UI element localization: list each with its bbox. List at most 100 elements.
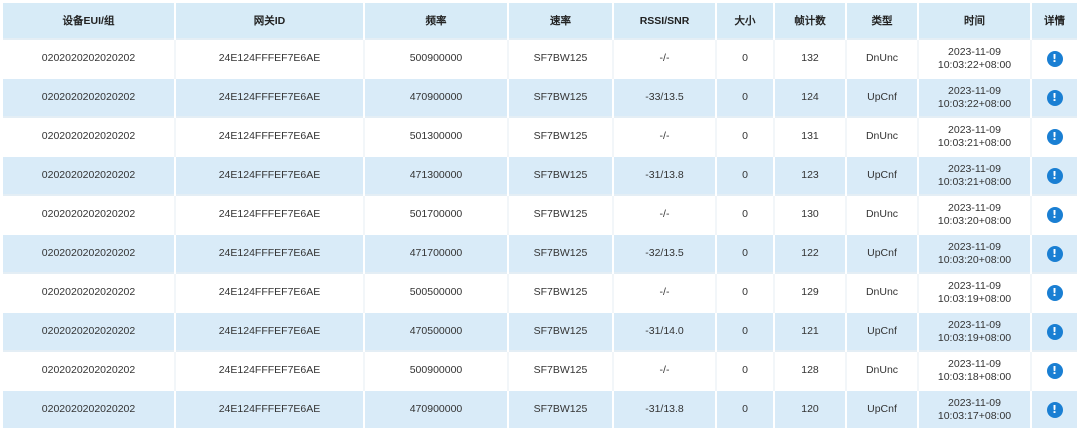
cell-size: 0 [716, 233, 775, 273]
col-header-frequency: 频率 [364, 3, 509, 39]
cell-fcnt: 132 [774, 38, 847, 78]
cell-size: 0 [716, 311, 775, 351]
cell-rssi-snr: -/- [613, 116, 717, 156]
time-clock: 10:03:22+08:00 [937, 97, 1012, 110]
cell-rssi-snr: -/- [613, 194, 717, 234]
cell-size: 0 [716, 350, 775, 390]
cell-data-rate: SF7BW125 [508, 77, 614, 117]
time-date: 2023-11-09 [948, 240, 1001, 253]
cell-dev-eui: 0202020202020202 [3, 116, 176, 156]
time-date: 2023-11-09 [948, 318, 1001, 331]
cell-type: DnUnc [846, 38, 919, 78]
time-date: 2023-11-09 [948, 279, 1001, 292]
col-header-details: 详情 [1031, 3, 1077, 39]
cell-details: ! [1031, 194, 1077, 234]
table-body: 0202020202020202 24E124FFFEF7E6AE 50090000… [3, 38, 1077, 428]
cell-details: ! [1031, 77, 1077, 117]
info-circle-icon[interactable]: ! [1046, 128, 1063, 145]
info-circle-icon[interactable]: ! [1046, 323, 1063, 340]
info-circle-icon[interactable]: ! [1046, 284, 1063, 301]
cell-dev-eui: 0202020202020202 [3, 389, 176, 428]
cell-gateway-id: 24E124FFFEF7E6AE [175, 272, 365, 312]
table-row: 0202020202020202 24E124FFFEF7E6AE 47090000… [3, 389, 1077, 428]
cell-type: UpCnf [846, 233, 919, 273]
time-date: 2023-11-09 [948, 396, 1001, 409]
cell-dev-eui: 0202020202020202 [3, 155, 176, 195]
header-row: 设备EUI/组 网关ID 频率 速率 RSSI/SNR 大小 帧计数 类型 时间… [3, 3, 1077, 39]
info-circle-icon[interactable]: ! [1046, 89, 1063, 106]
cell-time: 2023-11-09 10:03:22+08:00 [918, 77, 1032, 117]
cell-details: ! [1031, 155, 1077, 195]
time-clock: 10:03:17+08:00 [937, 409, 1012, 422]
cell-data-rate: SF7BW125 [508, 272, 614, 312]
cell-fcnt: 129 [774, 272, 847, 312]
cell-size: 0 [716, 77, 775, 117]
cell-data-rate: SF7BW125 [508, 311, 614, 351]
cell-gateway-id: 24E124FFFEF7E6AE [175, 116, 365, 156]
cell-rssi-snr: -31/13.8 [613, 389, 717, 428]
time-clock: 10:03:20+08:00 [937, 253, 1012, 266]
packet-log-panel: 设备EUI/组 网关ID 频率 速率 RSSI/SNR 大小 帧计数 类型 时间… [0, 0, 1080, 438]
cell-gateway-id: 24E124FFFEF7E6AE [175, 38, 365, 78]
cell-frequency: 500500000 [364, 272, 509, 312]
cell-frequency: 501300000 [364, 116, 509, 156]
cell-rssi-snr: -/- [613, 350, 717, 390]
cell-dev-eui: 0202020202020202 [3, 194, 176, 234]
info-circle-icon[interactable]: ! [1046, 50, 1063, 67]
col-header-time: 时间 [918, 3, 1032, 39]
cell-gateway-id: 24E124FFFEF7E6AE [175, 389, 365, 428]
cell-fcnt: 123 [774, 155, 847, 195]
cell-data-rate: SF7BW125 [508, 194, 614, 234]
cell-gateway-id: 24E124FFFEF7E6AE [175, 233, 365, 273]
info-circle-icon[interactable]: ! [1046, 362, 1063, 379]
table-row: 0202020202020202 24E124FFFEF7E6AE 50170000… [3, 194, 1077, 234]
cell-time: 2023-11-09 10:03:17+08:00 [918, 389, 1032, 428]
cell-type: UpCnf [846, 389, 919, 428]
cell-data-rate: SF7BW125 [508, 389, 614, 428]
table-row: 0202020202020202 24E124FFFEF7E6AE 50090000… [3, 350, 1077, 390]
cell-data-rate: SF7BW125 [508, 116, 614, 156]
cell-time: 2023-11-09 10:03:22+08:00 [918, 38, 1032, 78]
cell-type: UpCnf [846, 77, 919, 117]
cell-gateway-id: 24E124FFFEF7E6AE [175, 350, 365, 390]
cell-fcnt: 124 [774, 77, 847, 117]
cell-frequency: 500900000 [364, 38, 509, 78]
cell-size: 0 [716, 272, 775, 312]
cell-rssi-snr: -31/14.0 [613, 311, 717, 351]
table-row: 0202020202020202 24E124FFFEF7E6AE 47130000… [3, 155, 1077, 195]
cell-size: 0 [716, 389, 775, 428]
cell-rssi-snr: -32/13.5 [613, 233, 717, 273]
cell-frequency: 471300000 [364, 155, 509, 195]
cell-frequency: 471700000 [364, 233, 509, 273]
time-clock: 10:03:21+08:00 [937, 175, 1012, 188]
time-clock: 10:03:20+08:00 [937, 214, 1012, 227]
col-header-gateway-id: 网关ID [175, 3, 365, 39]
cell-data-rate: SF7BW125 [508, 155, 614, 195]
col-header-fcnt: 帧计数 [774, 3, 847, 39]
cell-time: 2023-11-09 10:03:21+08:00 [918, 155, 1032, 195]
cell-time: 2023-11-09 10:03:19+08:00 [918, 272, 1032, 312]
info-circle-icon[interactable]: ! [1046, 206, 1063, 223]
time-clock: 10:03:18+08:00 [937, 370, 1012, 383]
cell-fcnt: 130 [774, 194, 847, 234]
cell-size: 0 [716, 38, 775, 78]
cell-size: 0 [716, 194, 775, 234]
col-header-dev-eui: 设备EUI/组 [3, 3, 176, 39]
table-row: 0202020202020202 24E124FFFEF7E6AE 50090000… [3, 38, 1077, 78]
cell-fcnt: 128 [774, 350, 847, 390]
info-circle-icon[interactable]: ! [1046, 245, 1063, 262]
time-clock: 10:03:19+08:00 [937, 331, 1012, 344]
table-row: 0202020202020202 24E124FFFEF7E6AE 50050000… [3, 272, 1077, 312]
cell-time: 2023-11-09 10:03:19+08:00 [918, 311, 1032, 351]
cell-frequency: 500900000 [364, 350, 509, 390]
time-date: 2023-11-09 [948, 357, 1001, 370]
table-header: 设备EUI/组 网关ID 频率 速率 RSSI/SNR 大小 帧计数 类型 时间… [3, 3, 1077, 39]
info-circle-icon[interactable]: ! [1046, 167, 1063, 184]
cell-fcnt: 121 [774, 311, 847, 351]
cell-gateway-id: 24E124FFFEF7E6AE [175, 155, 365, 195]
col-header-rssi-snr: RSSI/SNR [613, 3, 717, 39]
cell-dev-eui: 0202020202020202 [3, 311, 176, 351]
cell-dev-eui: 0202020202020202 [3, 77, 176, 117]
cell-details: ! [1031, 116, 1077, 156]
info-circle-icon[interactable]: ! [1046, 401, 1063, 418]
